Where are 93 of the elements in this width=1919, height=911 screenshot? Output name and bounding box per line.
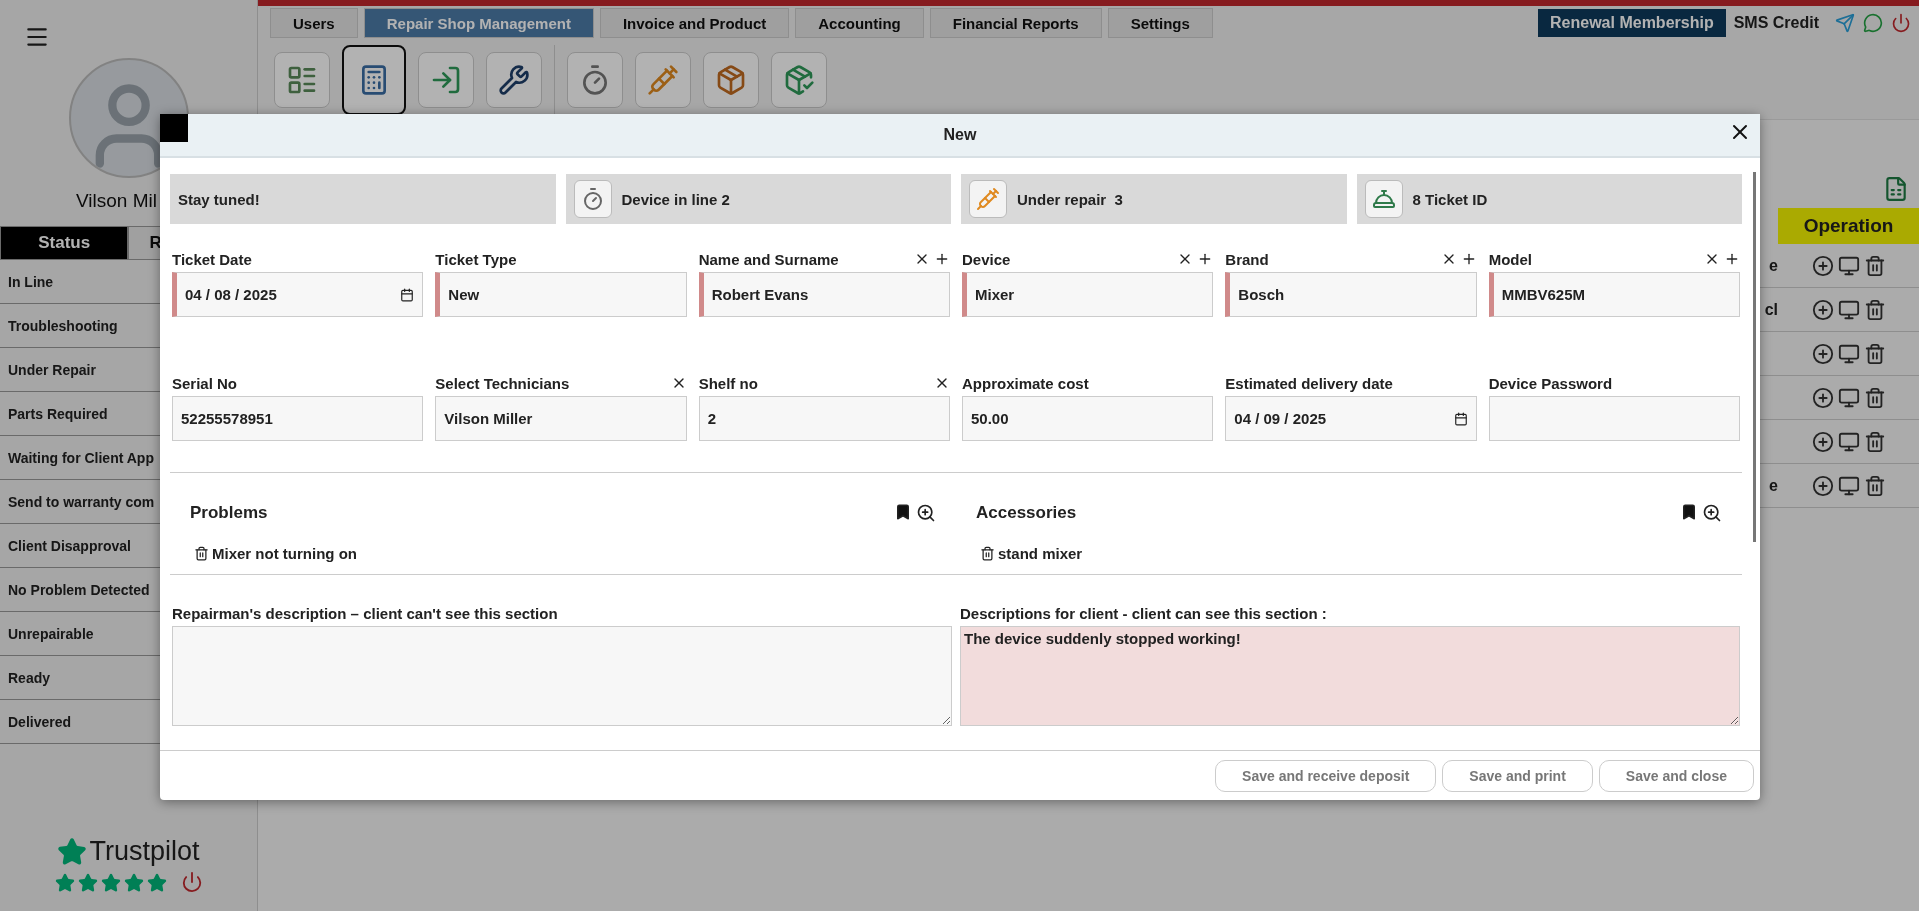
zoom-icon[interactable]: [916, 503, 936, 523]
user-name: Vilson Mil: [76, 190, 157, 212]
toolbar-button[interactable]: [342, 44, 406, 115]
field-label: Select Technicians: [435, 374, 570, 392]
bookmark-icon[interactable]: [1680, 503, 1698, 521]
input-field[interactable]: MMBV625M: [1488, 272, 1740, 317]
trash-icon[interactable]: [1863, 474, 1886, 497]
input-field[interactable]: Robert Evans: [698, 272, 950, 317]
table-cell-text: cl: [1763, 300, 1778, 319]
column-header: Operation: [1778, 208, 1919, 244]
nav-tab[interactable]: Users: [270, 8, 358, 38]
summary-card: Stay tuned!: [170, 174, 556, 224]
star-icon: [57, 836, 88, 867]
trash-icon[interactable]: [194, 546, 209, 561]
monitor-icon[interactable]: [1837, 298, 1860, 321]
field-label: Shelf no: [698, 374, 758, 392]
add-icon[interactable]: [934, 251, 950, 267]
input-field[interactable]: 50.00: [962, 396, 1214, 441]
field-label: Name and Surname: [698, 250, 839, 268]
add-icon[interactable]: [1811, 386, 1834, 409]
save-button[interactable]: Save and print: [1442, 759, 1593, 792]
add-icon[interactable]: [1811, 298, 1834, 321]
field-label: Estimated delivery date: [1225, 374, 1393, 392]
sms-credit[interactable]: SMS Credit: [1733, 14, 1819, 32]
nav-tab[interactable]: Settings: [1107, 8, 1213, 38]
bell-icon: [1364, 180, 1403, 218]
input-field[interactable]: Bosch: [1225, 272, 1477, 317]
add-icon[interactable]: [1811, 254, 1834, 277]
nav-tab[interactable]: Repair Shop Management: [363, 8, 594, 38]
bookmark-icon[interactable]: [894, 503, 912, 521]
summary-card: Device in line 2: [565, 174, 951, 224]
date-field[interactable]: 04 / 08 / 2025: [172, 272, 424, 317]
field-label: Ticket Type: [435, 250, 517, 268]
trash-icon[interactable]: [1863, 254, 1886, 277]
field-label: Approximate cost: [962, 374, 1089, 392]
box-icon: [715, 63, 747, 96]
trash-icon[interactable]: [1863, 298, 1886, 321]
calendar-icon[interactable]: [400, 287, 415, 302]
syringe-icon: [969, 180, 1007, 218]
input-field[interactable]: Vilson Miller: [435, 396, 687, 441]
monitor-icon[interactable]: [1837, 254, 1860, 277]
input-field[interactable]: [1488, 396, 1740, 441]
power-icon[interactable]: [180, 871, 203, 893]
monitor-icon[interactable]: [1837, 430, 1860, 453]
add-icon[interactable]: [1811, 430, 1834, 453]
input-field[interactable]: New: [435, 272, 687, 317]
dialog: New Stay tuned! Device in line 2 Under repair 3 8 Ticket ID Ticket Date 04 / 08 / 2025 Ticket Type New Name and Surname Robert Evans Device Mixer Brand Bosch Model MMBV625M Serial No 52255578951 Select Technicians Vilson Miller Shelf no 2 Approximate cost 50.00 Estimated delivery date 04 / 09 / 2025 Device Password Problems Mixer not turning on Accessories stand mixer Repairman's description – client can't see this section Descriptions for client - client can see this section : The device suddenly stopped working! Save and receive deposit Save and print Save and close: [160, 114, 1760, 800]
summary-card: 8 Ticket ID: [1356, 174, 1742, 224]
table-cell-text: e: [1768, 476, 1778, 495]
trash-icon[interactable]: [1863, 386, 1886, 409]
input-field[interactable]: Mixer: [962, 272, 1214, 317]
trash-icon[interactable]: [1863, 342, 1886, 365]
scrollbar[interactable]: [1753, 172, 1756, 542]
trash-icon[interactable]: [980, 546, 995, 561]
membership-button[interactable]: Renewal Membership: [1538, 9, 1726, 37]
date-field[interactable]: 04 / 09 / 2025: [1225, 396, 1477, 441]
monitor-icon[interactable]: [1837, 386, 1860, 409]
status-tab[interactable]: Status: [0, 226, 129, 260]
field-label: Device: [962, 250, 1011, 268]
dialog-title: New: [943, 126, 977, 144]
add-icon[interactable]: [1811, 474, 1834, 497]
save-button[interactable]: Save and close: [1598, 759, 1754, 792]
power-icon[interactable]: [1891, 13, 1911, 33]
field-label: Brand: [1225, 250, 1269, 268]
tools-icon: [498, 63, 530, 96]
nav-tab[interactable]: Invoice and Product: [599, 8, 790, 38]
square-icon: [160, 114, 188, 142]
table-cell-text: e: [1768, 256, 1778, 275]
field-label: Device Password: [1488, 374, 1613, 392]
save-button[interactable]: Save and receive deposit: [1215, 759, 1437, 792]
spreadsheet-icon[interactable]: [1883, 176, 1909, 202]
monitor-icon[interactable]: [1837, 474, 1860, 497]
nav-tab[interactable]: Financial Reports: [929, 8, 1102, 38]
calendar-icon[interactable]: [1453, 411, 1468, 426]
add-icon[interactable]: [1724, 251, 1740, 267]
box-check-icon: [783, 63, 815, 96]
text-area[interactable]: The device suddenly stopped working!: [960, 626, 1740, 726]
summary-card: Under repair 3: [961, 174, 1347, 224]
zoom-icon[interactable]: [1702, 503, 1722, 523]
input-field[interactable]: 2: [698, 396, 950, 441]
syringe-icon: [647, 63, 679, 96]
input-field[interactable]: 52255578951: [172, 396, 424, 441]
trash-icon[interactable]: [1863, 430, 1886, 453]
field-label: Descriptions for client - client can see this section :: [960, 605, 1328, 622]
monitor-icon[interactable]: [1837, 342, 1860, 365]
field-label: Model: [1488, 250, 1532, 268]
add-icon[interactable]: [1811, 342, 1834, 365]
nav-tab[interactable]: Accounting: [795, 8, 924, 38]
section-title: Accessories: [976, 503, 1077, 523]
brand-name: Trustpilot: [89, 836, 200, 867]
chat-icon[interactable]: [1863, 13, 1883, 33]
timer-icon: [573, 180, 612, 218]
field-label: Serial No: [172, 374, 238, 392]
